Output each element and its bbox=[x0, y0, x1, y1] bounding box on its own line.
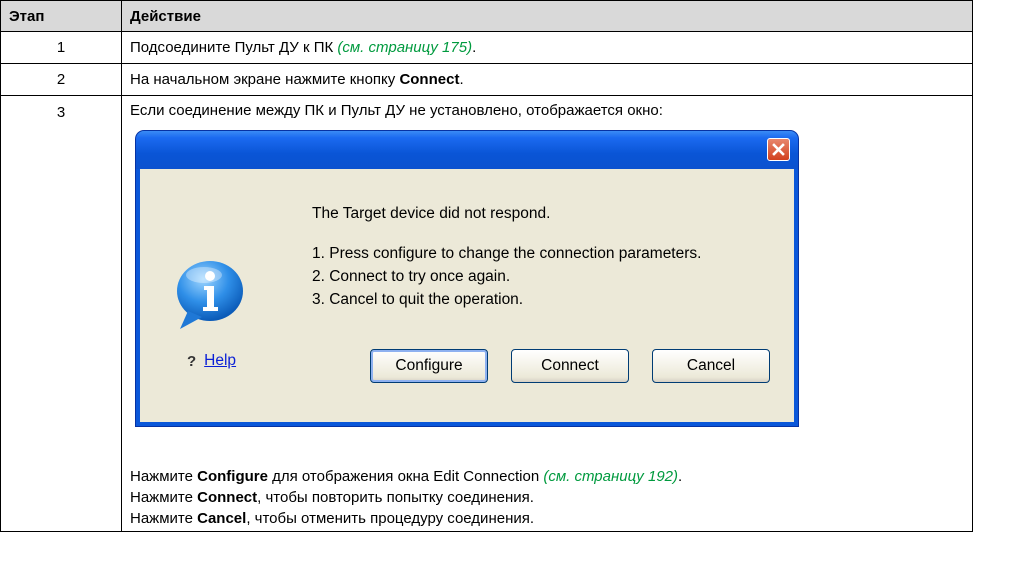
header-action: Действие bbox=[121, 0, 973, 32]
dialog-message: The Target device did not respond. 1. Pr… bbox=[312, 189, 701, 311]
action-bold: Connect bbox=[399, 71, 460, 88]
note-line: Нажмите Configure для отображения окна E… bbox=[130, 466, 972, 487]
step-action: Подсоедините Пульт ДУ к ПК (см. страницу… bbox=[121, 31, 973, 64]
note-bold: Configure bbox=[197, 468, 268, 485]
message-title: The Target device did not respond. bbox=[312, 205, 551, 222]
connection-dialog: The Target device did not respond. 1. Pr… bbox=[136, 131, 798, 426]
page-reference-link[interactable]: (см. страницу 192) bbox=[543, 468, 678, 485]
note-line: Нажмите Cancel, чтобы отменить процедуру… bbox=[130, 508, 972, 529]
note-text: Нажмите bbox=[130, 510, 198, 527]
page-reference-link[interactable]: (см. страницу 175) bbox=[337, 39, 472, 56]
note-text: для отображения окна Edit Connection bbox=[267, 468, 544, 485]
connect-button[interactable]: Connect bbox=[511, 349, 629, 383]
action-suffix: . bbox=[472, 39, 477, 56]
dialog-title-bar bbox=[136, 131, 798, 169]
configure-button[interactable]: Configure bbox=[370, 349, 488, 383]
dialog-body: The Target device did not respond. 1. Pr… bbox=[140, 169, 794, 422]
table-row: 3 Если соединение между ПК и Пульт ДУ не… bbox=[0, 95, 973, 532]
close-icon bbox=[772, 143, 785, 156]
note-bold: Connect bbox=[197, 489, 258, 506]
step-number: 1 bbox=[0, 31, 122, 64]
table-row: 2 На начальном экране нажмите кнопку Con… bbox=[0, 63, 973, 96]
step-action: Если соединение между ПК и Пульт ДУ не у… bbox=[121, 95, 973, 532]
table-row: 1 Подсоедините Пульт ДУ к ПК (см. страни… bbox=[0, 31, 973, 64]
note-text: Нажмите bbox=[130, 489, 198, 506]
help-icon: ? bbox=[187, 352, 197, 370]
info-icon bbox=[177, 261, 243, 329]
help-area: ? Help bbox=[187, 352, 236, 370]
steps-table: Этап Действие 1 Подсоедините Пульт ДУ к … bbox=[0, 0, 973, 532]
table-header-row: Этап Действие bbox=[0, 0, 973, 32]
close-button[interactable] bbox=[767, 138, 790, 161]
header-step: Этап bbox=[0, 0, 122, 32]
message-item: 1. Press configure to change the connect… bbox=[312, 245, 702, 262]
message-item: 3. Cancel to quit the operation. bbox=[312, 291, 524, 308]
note-bold: Cancel bbox=[197, 510, 247, 527]
action-text: На начальном экране нажмите кнопку bbox=[130, 71, 400, 88]
step-number: 2 bbox=[0, 63, 122, 96]
note-suffix: . bbox=[678, 468, 683, 485]
cancel-button[interactable]: Cancel bbox=[652, 349, 770, 383]
action-suffix: . bbox=[459, 71, 464, 88]
note-text: , чтобы отменить процедуру соединения. bbox=[246, 510, 535, 527]
note-text: Нажмите bbox=[130, 468, 198, 485]
step-notes: Нажмите Configure для отображения окна E… bbox=[130, 466, 972, 531]
help-link[interactable]: Help bbox=[204, 352, 236, 370]
step-intro: Если соединение между ПК и Пульт ДУ не у… bbox=[130, 102, 663, 119]
step-action: На начальном экране нажмите кнопку Conne… bbox=[121, 63, 973, 96]
note-line: Нажмите Connect, чтобы повторить попытку… bbox=[130, 487, 972, 508]
step-number: 3 bbox=[0, 95, 122, 532]
message-list: 1. Press configure to change the connect… bbox=[312, 242, 701, 311]
action-text: Подсоедините Пульт ДУ к ПК bbox=[130, 39, 338, 56]
message-item: 2. Connect to try once again. bbox=[312, 268, 511, 285]
note-text: , чтобы повторить попытку соединения. bbox=[257, 489, 534, 506]
